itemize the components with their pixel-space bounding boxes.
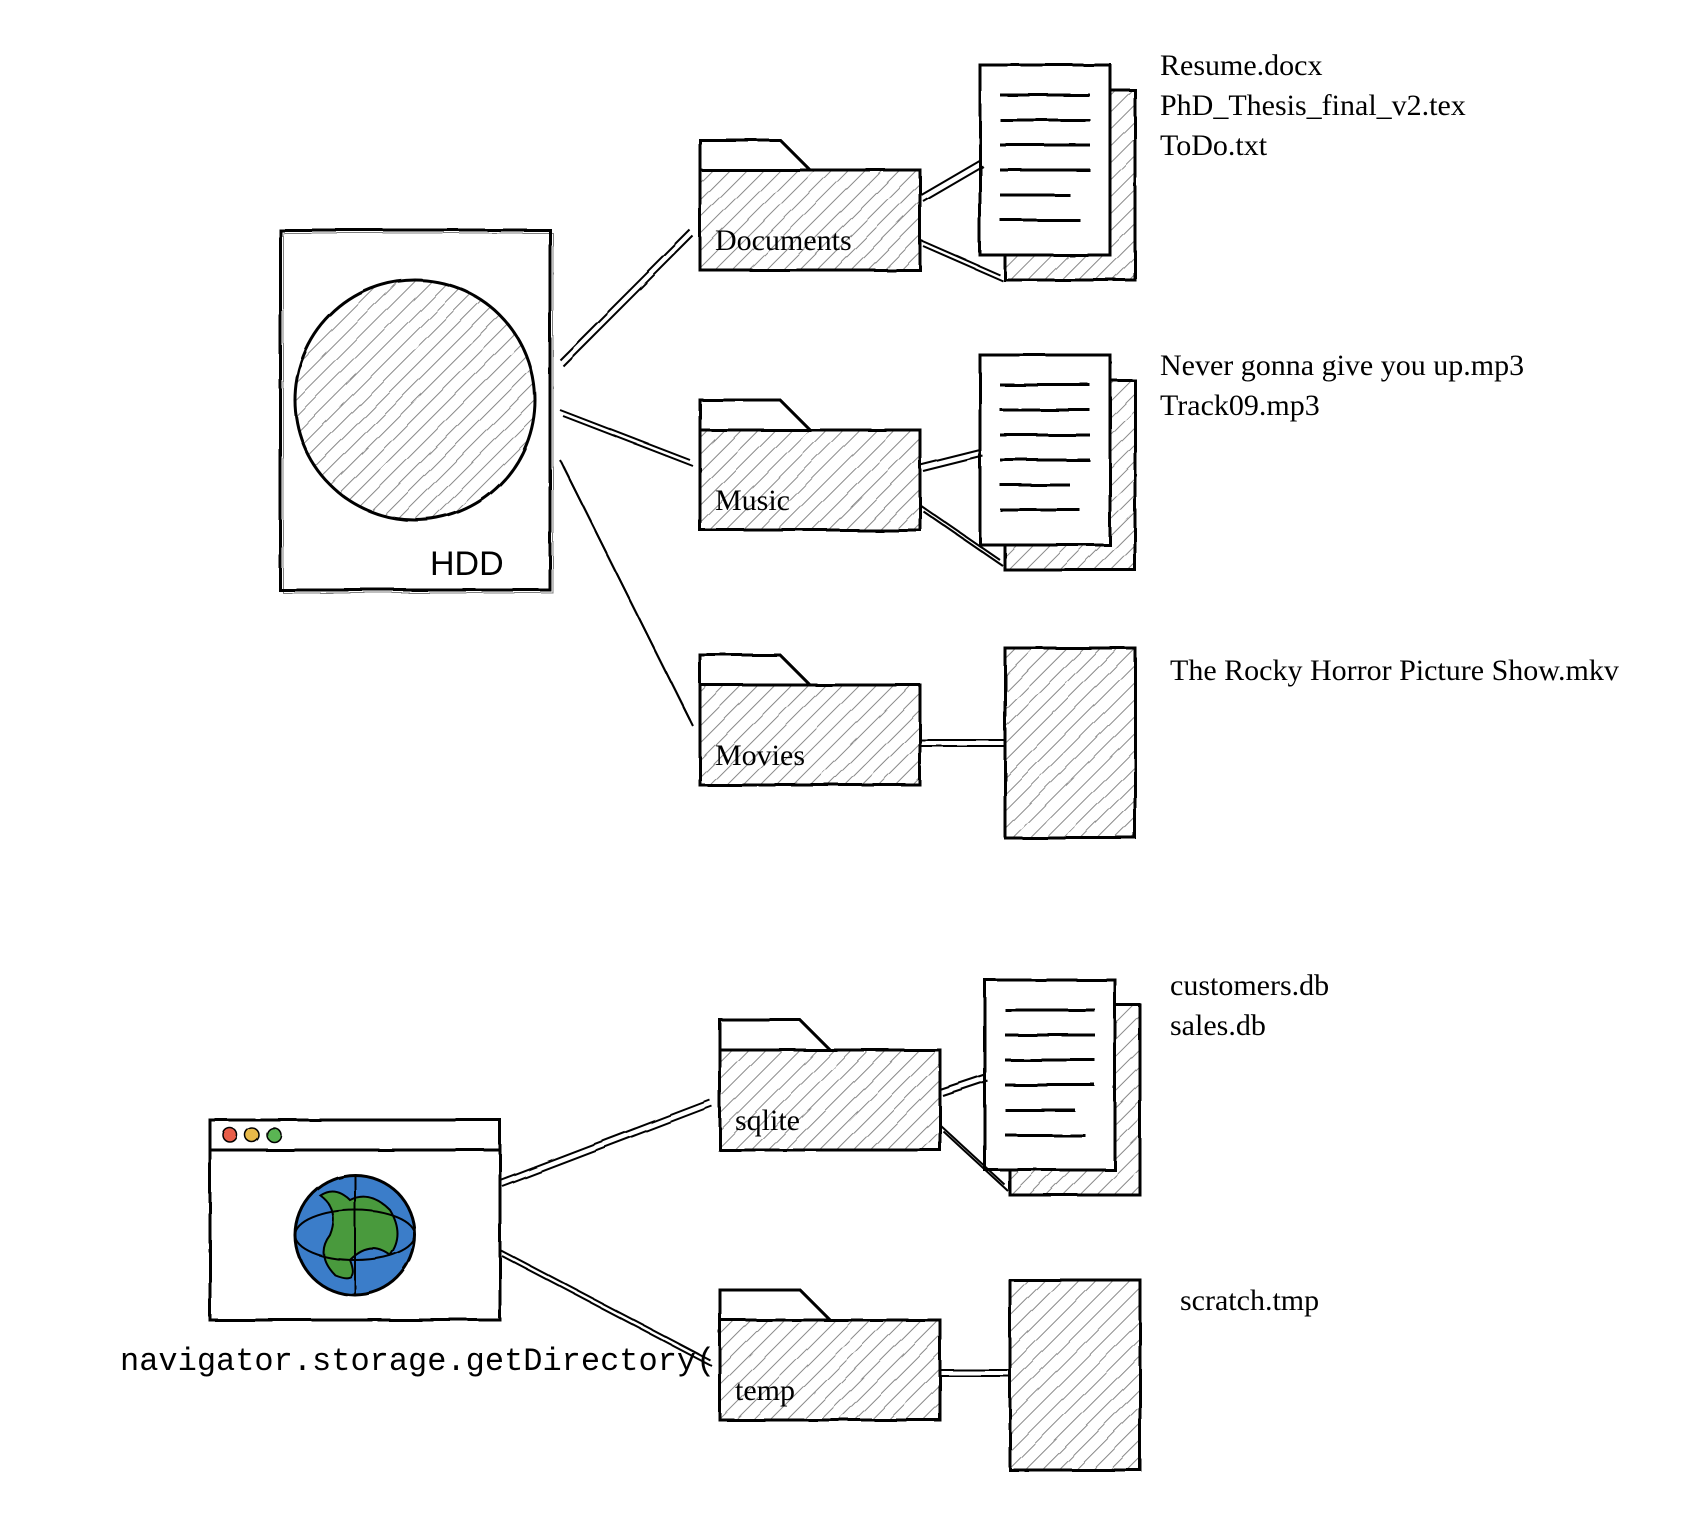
file-name: PhD_Thesis_final_v2.tex (1160, 89, 1466, 122)
file-name: sales.db (1170, 1009, 1266, 1042)
file-name: Track09.mp3 (1160, 389, 1320, 422)
folder-label: sqlite (735, 1104, 800, 1137)
file-name: customers.db (1170, 969, 1329, 1002)
file-stack-documents (980, 65, 1135, 280)
connector (920, 740, 1005, 746)
file-name: Resume.docx (1160, 49, 1322, 82)
folder-label: Movies (715, 739, 805, 772)
connector (560, 230, 693, 726)
connector (940, 1370, 1010, 1376)
file-name: Never gonna give you up.mp3 (1160, 349, 1524, 382)
folder-label: temp (735, 1374, 795, 1407)
file-name: The Rocky Horror Picture Show.mkv (1170, 654, 1619, 687)
file-stack-sqlite (985, 980, 1140, 1195)
hdd-label: HDD (430, 545, 504, 583)
api-call-label: navigator.storage.getDirectory() (120, 1343, 735, 1380)
file-temp (1010, 1280, 1140, 1470)
file-name: ToDo.txt (1160, 129, 1268, 162)
file-stack-music (980, 355, 1135, 570)
folder-label: Documents (715, 224, 852, 257)
file-name: scratch.tmp (1180, 1284, 1319, 1317)
file-movies (1005, 648, 1135, 838)
browser-icon (210, 1120, 500, 1320)
hdd-icon (280, 230, 553, 593)
connector (500, 1100, 712, 1366)
folder-label: Music (715, 484, 790, 517)
